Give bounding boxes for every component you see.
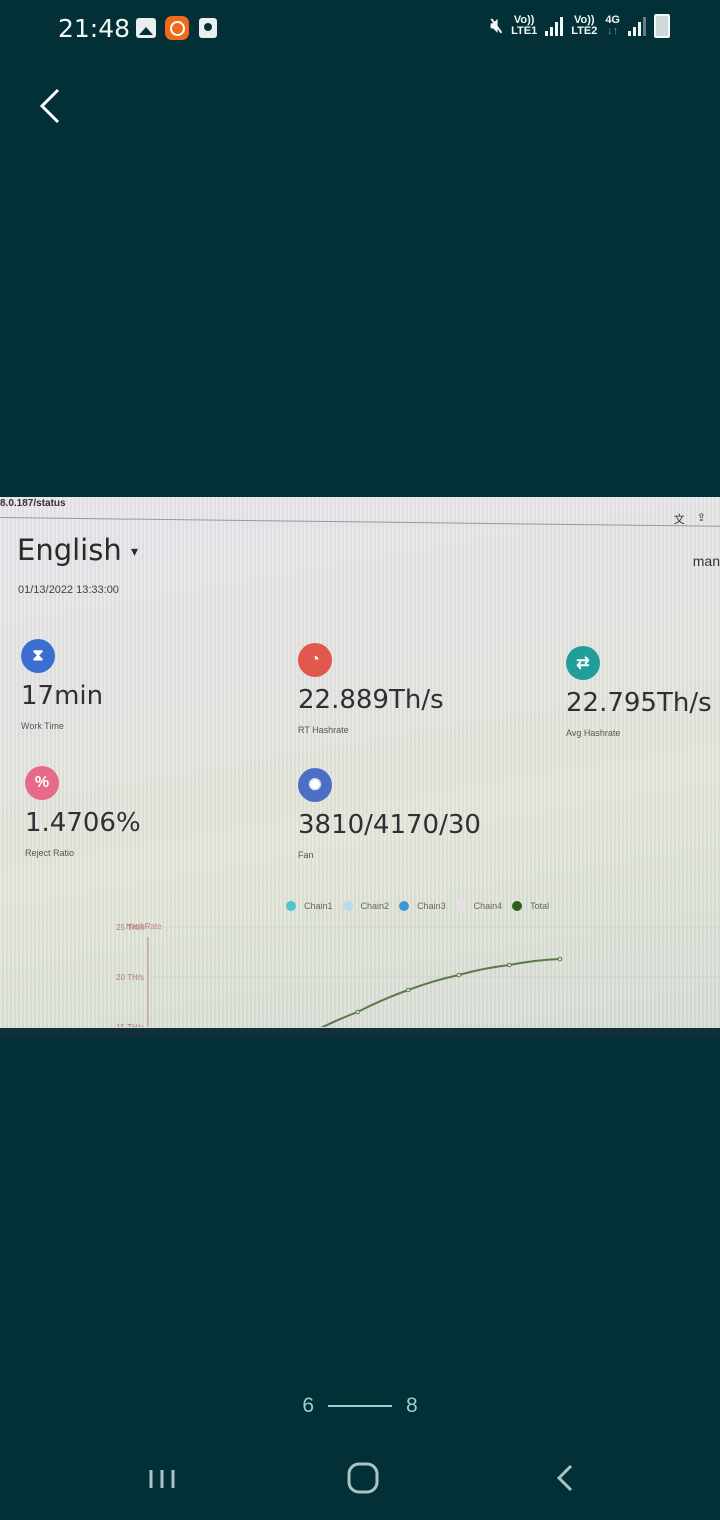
stat-fan: ✺ 3810/4170/30 Fan <box>298 768 481 860</box>
series-total-point <box>405 987 411 993</box>
recent-apps-icon <box>149 1470 175 1488</box>
translate-icon: 文 <box>673 514 685 526</box>
sim2-label: Vo)) LTE2 <box>571 14 598 37</box>
chart-legend: Chain1 Chain2 Chain3 Chain4 Total <box>286 901 549 911</box>
pager-current: 6 <box>302 1394 314 1417</box>
pager-divider <box>328 1405 392 1407</box>
series-total-point <box>557 956 563 962</box>
status-bar: 21:48 🔇︎ Vo)) LTE1 Vo)) LTE2 4G ↓↑ <box>0 0 720 60</box>
series-total-line <box>320 958 561 1027</box>
stat-rt-hashrate: ◔ 22.889Th/s RT Hashrate <box>298 643 444 735</box>
stat-work-time: ⧗ 17min Work Time <box>21 639 103 731</box>
y-tick-label: 15 TH/s <box>116 1023 144 1027</box>
browser-icons: 文 ⇪ <box>674 511 706 527</box>
caret-down-icon: ▾ <box>130 544 138 560</box>
legend-chain1: Chain1 <box>286 901 333 911</box>
navigation-bar <box>0 1450 720 1506</box>
browser-url: 8.0.187/status <box>0 498 66 509</box>
speedometer-icon: ◔ <box>298 643 332 677</box>
back-button[interactable] <box>34 84 74 128</box>
network-type: 4G ↓↑ <box>605 14 620 37</box>
recent-apps-button[interactable] <box>140 1458 184 1498</box>
language-selector: English ▾ <box>17 533 138 567</box>
fan-icon: ✺ <box>298 768 332 802</box>
screen-recorder-icon <box>165 16 189 40</box>
y-tick-label: 20 TH/s <box>116 973 144 982</box>
series-total-point <box>456 972 462 978</box>
percent-icon: % <box>25 766 59 800</box>
stat-avg-hashrate: ⇄ 22.795Th/s Avg Hashrate <box>566 646 712 738</box>
legend-chain3: Chain3 <box>399 901 446 911</box>
sim1-label: Vo)) LTE1 <box>511 14 538 37</box>
nav-back-button[interactable] <box>543 1458 587 1498</box>
hashrate-chart: HashRate 25 TH/s20 TH/s15 TH/s <box>116 922 720 1027</box>
series-total-point <box>355 1009 360 1015</box>
browser-divider <box>0 517 720 527</box>
legend-total: Total <box>512 901 549 911</box>
signal-icon <box>628 16 646 36</box>
datetime: 01/13/2022 13:33:00 <box>18 584 119 596</box>
home-icon <box>347 1462 379 1494</box>
gallery-icon <box>136 18 156 38</box>
stat-reject-ratio: % 1.4706% Reject Ratio <box>25 766 141 858</box>
chevron-left-icon <box>39 88 60 124</box>
signal-icon <box>545 16 564 36</box>
user-name: man <box>692 553 720 569</box>
photo-image[interactable]: 8.0.187/status 文 ⇪ English ▾ 01/13/2022 … <box>0 497 720 1037</box>
clock-time: 21:48 <box>58 14 131 43</box>
legend-chain2: Chain2 <box>342 901 389 911</box>
clock-app-icon <box>199 18 217 38</box>
mute-icon: 🔇︎ <box>490 14 504 37</box>
y-tick-label: 25 TH/s <box>116 923 144 932</box>
os-taskbar <box>0 1028 720 1037</box>
home-button[interactable] <box>341 1458 385 1498</box>
photo-pager: 6 8 <box>0 1394 720 1418</box>
hourglass-icon: ⧗ <box>21 639 55 673</box>
share-icon: ⇪ <box>696 512 706 524</box>
legend-chain4: Chain4 <box>455 901 502 911</box>
hashrate-icon: ⇄ <box>566 646 600 680</box>
pager-total: 8 <box>406 1394 418 1417</box>
series-total-point <box>507 962 512 968</box>
status-right: 🔇︎ Vo)) LTE1 Vo)) LTE2 4G ↓↑ <box>491 14 670 38</box>
battery-charging-icon <box>654 14 670 38</box>
back-icon <box>556 1464 573 1492</box>
